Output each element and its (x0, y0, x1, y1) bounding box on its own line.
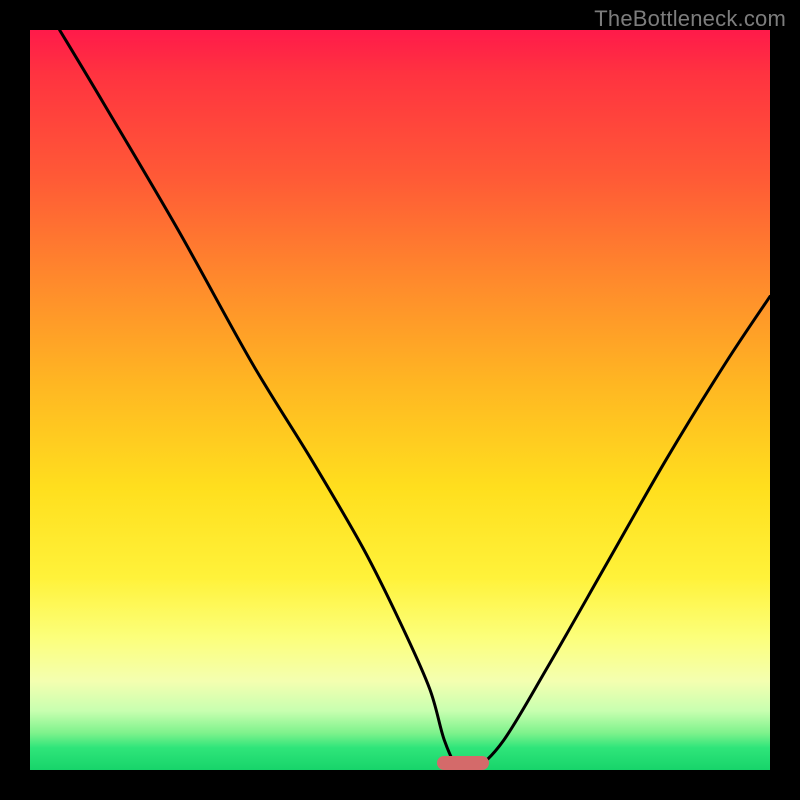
bottleneck-curve (30, 30, 770, 770)
optimal-range-marker (437, 756, 489, 770)
chart-frame: TheBottleneck.com (0, 0, 800, 800)
plot-area (30, 30, 770, 770)
watermark-text: TheBottleneck.com (594, 6, 786, 32)
